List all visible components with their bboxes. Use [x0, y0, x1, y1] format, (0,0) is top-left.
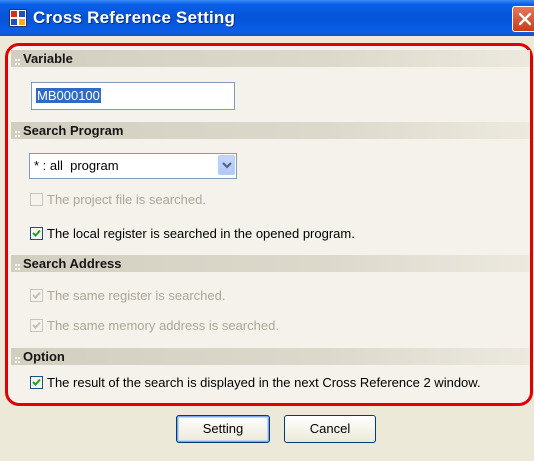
variable-input-value: MB000100	[36, 88, 101, 103]
section-header-variable: Variable	[11, 50, 530, 67]
variable-input[interactable]: MB000100	[31, 82, 235, 110]
section-header-option: Option	[11, 348, 530, 365]
section-header-search-address: Search Address	[11, 255, 530, 272]
grip-icon	[15, 259, 20, 270]
grip-icon	[15, 126, 20, 137]
display-result-checkbox[interactable]	[30, 376, 43, 389]
project-file-checkbox[interactable]	[30, 193, 43, 206]
grip-icon	[15, 54, 20, 65]
grip-icon	[15, 352, 20, 363]
same-register-checkbox[interactable]	[30, 289, 43, 302]
same-memory-label: The same memory address is searched.	[47, 318, 279, 333]
project-file-label: The project file is searched.	[47, 192, 206, 207]
section-title: Option	[23, 349, 65, 364]
same-register-label: The same register is searched.	[47, 288, 226, 303]
setting-button[interactable]: Setting	[176, 415, 270, 443]
section-title: Search Address	[23, 256, 122, 271]
same-memory-checkbox[interactable]	[30, 319, 43, 332]
window-title: Cross Reference Setting	[33, 8, 236, 27]
search-program-select[interactable]: * : all program	[29, 153, 237, 179]
dropdown-button[interactable]	[218, 155, 235, 175]
local-register-label: The local register is searched in the op…	[47, 226, 355, 241]
local-register-checkbox[interactable]	[30, 227, 43, 240]
display-result-label: The result of the search is displayed in…	[47, 375, 481, 390]
app-icon	[9, 9, 27, 27]
cancel-button[interactable]: Cancel	[284, 415, 376, 443]
section-title: Search Program	[23, 123, 124, 138]
section-title: Variable	[23, 51, 73, 66]
close-button[interactable]	[512, 6, 534, 32]
title-bar[interactable]: Cross Reference Setting	[0, 0, 534, 36]
dialog-window: Cross Reference Setting Variable MB00010…	[0, 0, 534, 461]
section-header-search-program: Search Program	[11, 122, 530, 139]
search-program-selected: * : all program	[34, 158, 119, 173]
